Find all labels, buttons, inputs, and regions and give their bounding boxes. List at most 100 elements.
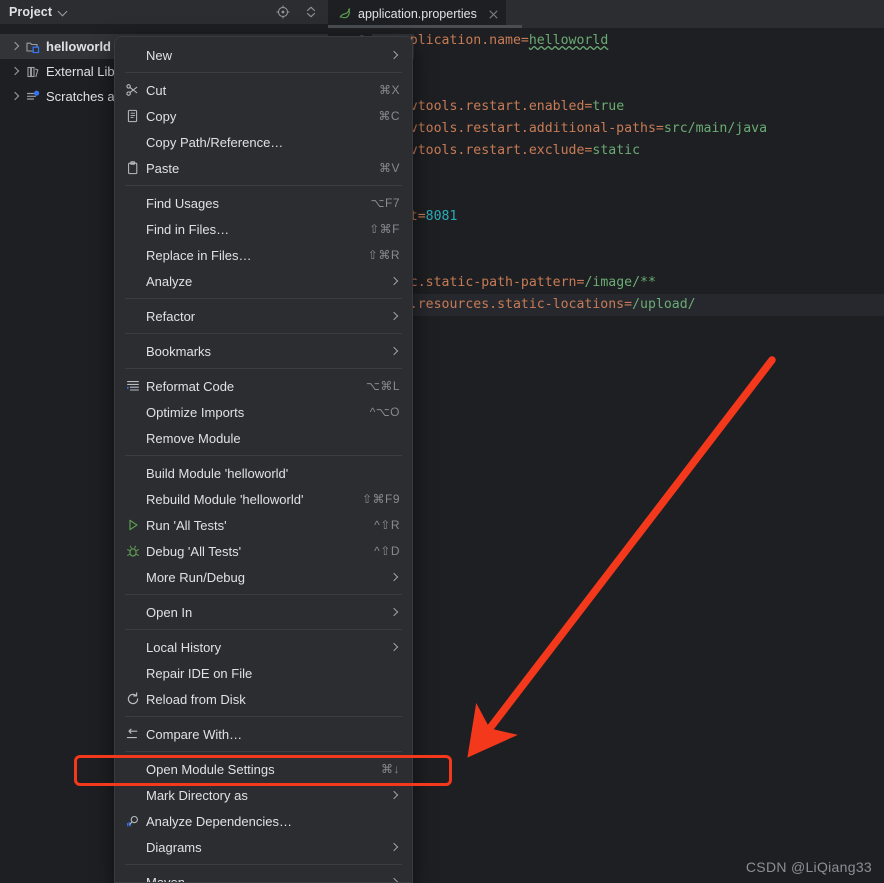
- menu-item-refactor[interactable]: Refactor: [115, 303, 412, 329]
- menu-item-shortcut: ⌘C: [378, 109, 400, 123]
- menu-item-label: Reload from Disk: [146, 691, 246, 707]
- menu-item-remove-module[interactable]: Remove Module: [115, 425, 412, 451]
- menu-item-maven[interactable]: Maven: [115, 869, 412, 883]
- menu-item-label: Copy Path/Reference…: [146, 134, 284, 150]
- code-key: g.devtools.restart.additional-paths=: [378, 121, 664, 136]
- menu-item-mark-directory-as[interactable]: Mark Directory as: [115, 782, 412, 808]
- menu-separator: [125, 751, 402, 752]
- chevron-right-icon: [390, 50, 400, 60]
- menu-item-analyze-dependencies[interactable]: Analyze Dependencies…: [115, 808, 412, 834]
- code-editor[interactable]: g.application.name=helloworld ? g.devtoo…: [370, 28, 884, 883]
- editor-scrollbar[interactable]: [872, 28, 884, 883]
- code-value: src/main/java: [663, 121, 768, 136]
- menu-item-label: Find Usages: [146, 195, 219, 211]
- menu-item-cut[interactable]: Cut ⌘X: [115, 77, 412, 103]
- menu-item-shortcut: ^⌥O: [369, 405, 400, 419]
- menu-item-label: Refactor: [146, 308, 196, 324]
- project-panel-title: Project: [9, 5, 53, 19]
- menu-separator: [125, 629, 402, 630]
- menu-separator: [125, 594, 402, 595]
- chevron-down-icon[interactable]: [58, 7, 68, 17]
- scratches-icon: [26, 90, 40, 100]
- menu-item-reload-from-disk[interactable]: Reload from Disk: [115, 686, 412, 712]
- menu-item-debug-all-tests[interactable]: Debug 'All Tests' ^⇧D: [115, 538, 412, 564]
- menu-separator: [125, 185, 402, 186]
- chevron-right-icon[interactable]: [9, 65, 22, 78]
- expand-collapse-icon[interactable]: [304, 5, 318, 19]
- menu-item-label: Diagrams: [146, 839, 202, 855]
- menu-item-more-run-debug[interactable]: More Run/Debug: [115, 564, 412, 590]
- menu-item-label: Cut: [146, 82, 167, 98]
- menu-item-local-history[interactable]: Local History: [115, 634, 412, 660]
- code-line-5: g.devtools.restart.additional-paths=src/…: [378, 118, 767, 140]
- code-line-12: g.mvc.static-path-pattern=/image/**: [378, 272, 656, 294]
- menu-item-label: New: [146, 47, 173, 63]
- close-icon[interactable]: [487, 8, 500, 21]
- copy-icon: [127, 109, 138, 123]
- code-value: /upload/: [632, 297, 696, 312]
- menu-item-label: Reformat Code: [146, 378, 235, 394]
- menu-item-shortcut: ⇧⌘F9: [361, 492, 400, 506]
- menu-item-open-module-settings[interactable]: Open Module Settings ⌘↓: [115, 756, 412, 782]
- menu-item-label: Optimize Imports: [146, 404, 245, 420]
- menu-item-reformat-code[interactable]: Reformat Code ⌥⌘L: [115, 373, 412, 399]
- locate-target-icon[interactable]: [276, 5, 290, 19]
- menu-item-replace-in-files[interactable]: Replace in Files… ⇧⌘R: [115, 242, 412, 268]
- code-key: .web.resources.static-locations=: [378, 297, 633, 312]
- menu-item-paste[interactable]: Paste ⌘V: [115, 155, 412, 181]
- code-value: static: [592, 143, 641, 158]
- tab-application-properties[interactable]: application.properties: [328, 0, 506, 28]
- menu-item-label: Mark Directory as: [146, 787, 248, 803]
- menu-item-label: Analyze: [146, 273, 193, 289]
- code-line-4: g.devtools.restart.enabled=true: [378, 96, 624, 118]
- chevron-right-icon: [390, 877, 400, 882]
- reformat-icon: [127, 381, 139, 391]
- menu-item-label: Compare With…: [146, 726, 243, 742]
- menu-item-label: Rebuild Module 'helloworld': [146, 491, 304, 507]
- menu-item-open-in[interactable]: Open In: [115, 599, 412, 625]
- menu-item-label: Copy: [146, 108, 177, 124]
- code-line-6: g.devtools.restart.exclude=static: [378, 140, 640, 162]
- menu-item-rebuild-module[interactable]: Rebuild Module 'helloworld' ⇧⌘F9: [115, 486, 412, 512]
- menu-item-label: Find in Files…: [146, 221, 230, 237]
- menu-item-copy-path-reference[interactable]: Copy Path/Reference…: [115, 129, 412, 155]
- menu-item-shortcut: ^⇧R: [374, 518, 400, 532]
- menu-item-find-in-files[interactable]: Find in Files… ⇧⌘F: [115, 216, 412, 242]
- menu-item-shortcut: ⇧⌘R: [367, 248, 400, 262]
- menu-item-build-module[interactable]: Build Module 'helloworld': [115, 460, 412, 486]
- menu-item-label: Debug 'All Tests': [146, 543, 242, 559]
- menu-item-label: Replace in Files…: [146, 247, 252, 263]
- chevron-right-icon[interactable]: [9, 40, 22, 53]
- menu-item-new[interactable]: New: [115, 42, 412, 68]
- menu-item-diagrams[interactable]: Diagrams: [115, 834, 412, 860]
- menu-item-optimize-imports[interactable]: Optimize Imports ^⌥O: [115, 399, 412, 425]
- code-value: true: [592, 99, 625, 114]
- code-value: /image/**: [584, 275, 656, 290]
- chevron-right-icon: [390, 346, 400, 356]
- chevron-right-icon: [390, 572, 400, 582]
- menu-item-label: Local History: [146, 639, 222, 655]
- menu-item-compare-with[interactable]: Compare With…: [115, 721, 412, 747]
- run-icon: [129, 519, 138, 531]
- menu-item-find-usages[interactable]: Find Usages ⌥F7: [115, 190, 412, 216]
- menu-item-bookmarks[interactable]: Bookmarks: [115, 338, 412, 364]
- menu-item-analyze[interactable]: Analyze: [115, 268, 412, 294]
- chevron-right-icon: [390, 790, 400, 800]
- menu-separator: [125, 368, 402, 369]
- menu-separator: [125, 455, 402, 456]
- library-icon: [27, 66, 39, 77]
- menu-item-label: Open In: [146, 604, 193, 620]
- menu-item-copy[interactable]: Copy ⌘C: [115, 103, 412, 129]
- menu-item-label: Remove Module: [146, 430, 241, 446]
- menu-item-label: Analyze Dependencies…: [146, 813, 292, 829]
- spring-leaf-icon: [339, 8, 351, 19]
- menu-item-run-all-tests[interactable]: Run 'All Tests' ^⇧R: [115, 512, 412, 538]
- scissors-icon: [126, 84, 138, 96]
- tab-label: application.properties: [358, 7, 477, 21]
- chevron-right-icon[interactable]: [9, 90, 22, 103]
- menu-item-label: Paste: [146, 160, 180, 176]
- menu-item-shortcut: ⌘X: [378, 83, 400, 97]
- menu-item-shortcut: ⌥F7: [370, 196, 400, 210]
- code-line-13: .web.resources.static-locations=/upload/: [370, 294, 884, 316]
- menu-item-repair-ide-on-file[interactable]: Repair IDE on File: [115, 660, 412, 686]
